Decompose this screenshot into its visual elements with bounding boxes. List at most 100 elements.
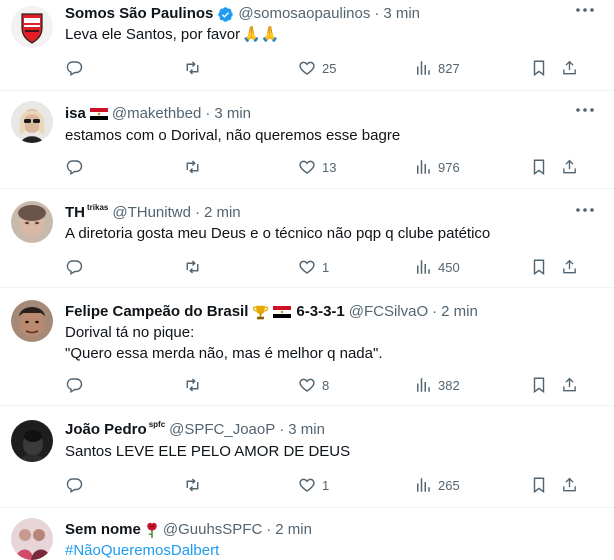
hashtag-link[interactable]: #NãoQueremosDalbert bbox=[65, 541, 219, 560]
share-button[interactable] bbox=[561, 57, 578, 79]
bookmark-button[interactable] bbox=[531, 256, 547, 278]
views-icon bbox=[417, 378, 430, 392]
handle[interactable]: @FCSilvaO bbox=[349, 302, 428, 322]
tweet-text-content: Leva ele Santos, por favor bbox=[65, 26, 241, 43]
views-icon bbox=[417, 478, 430, 492]
display-name[interactable]: isa bbox=[65, 104, 86, 124]
retweet-icon bbox=[186, 61, 199, 75]
action-bar: 25 827 bbox=[0, 57, 614, 79]
like-button[interactable]: 25 bbox=[298, 57, 336, 79]
timestamp[interactable]: 3 min bbox=[288, 420, 325, 440]
bookmark-button[interactable] bbox=[531, 57, 547, 79]
like-button[interactable]: 8 bbox=[298, 374, 329, 396]
retweet-button[interactable] bbox=[183, 374, 202, 396]
timestamp[interactable]: 2 min bbox=[275, 520, 312, 540]
sao-paulo-crest-icon bbox=[11, 6, 53, 48]
egypt-flag-icon bbox=[89, 108, 108, 120]
tweet[interactable]: Sem nome @GuuhsSPFC · 2 min #NãoQueremos… bbox=[0, 508, 614, 560]
bookmark-icon bbox=[533, 159, 545, 176]
action-bar: 13 976 bbox=[0, 156, 614, 178]
display-name-suffix[interactable]: 6-3-3-1 bbox=[296, 302, 344, 322]
tweet[interactable]: Felipe Campeão do Brasil 6-3-3-1 @FCSilv… bbox=[0, 288, 614, 406]
reply-button[interactable] bbox=[65, 474, 83, 496]
handle[interactable]: @SPFC_JoaoP bbox=[169, 420, 275, 440]
reply-icon bbox=[66, 378, 83, 394]
more-options-icon[interactable] bbox=[574, 100, 596, 120]
views-button[interactable]: 382 bbox=[414, 374, 460, 396]
separator: · bbox=[279, 421, 285, 438]
share-button[interactable] bbox=[561, 156, 578, 178]
reply-button[interactable] bbox=[65, 374, 83, 396]
tweet[interactable]: João Pedro spfc @SPFC_JoaoP · 3 min Sant… bbox=[0, 406, 614, 508]
avatar[interactable] bbox=[11, 101, 53, 143]
timestamp[interactable]: 2 min bbox=[441, 302, 478, 322]
bookmark-button[interactable] bbox=[531, 156, 547, 178]
share-button[interactable] bbox=[561, 374, 578, 396]
handle[interactable]: @GuuhsSPFC bbox=[163, 520, 262, 540]
avatar[interactable] bbox=[11, 201, 53, 243]
reply-button[interactable] bbox=[65, 57, 83, 79]
display-name[interactable]: Somos São Paulinos bbox=[65, 4, 213, 24]
separator: · bbox=[266, 521, 272, 538]
like-count: 8 bbox=[322, 377, 330, 393]
like-count: 13 bbox=[322, 159, 337, 175]
share-button[interactable] bbox=[561, 474, 578, 496]
tweet[interactable]: Somos São Paulinos @somosaopaulinos · 3 … bbox=[0, 0, 614, 91]
tweet[interactable]: isa @makethbed · 3 min estamos com o Dor… bbox=[0, 91, 614, 189]
reply-button[interactable] bbox=[65, 256, 83, 278]
bookmark-icon bbox=[533, 60, 545, 77]
views-button[interactable]: 450 bbox=[414, 256, 460, 278]
timestamp[interactable]: 3 min bbox=[214, 104, 251, 124]
action-bar: 8 382 bbox=[0, 374, 614, 396]
display-name[interactable]: TH bbox=[65, 203, 85, 223]
view-count: 827 bbox=[438, 60, 460, 76]
bookmark-button[interactable] bbox=[531, 474, 547, 496]
tweet-text: Santos LEVE ELE PELO AMOR DE DEUS bbox=[65, 443, 351, 460]
avatar[interactable] bbox=[11, 300, 53, 342]
share-icon bbox=[563, 377, 576, 392]
avatar[interactable] bbox=[11, 518, 53, 560]
views-button[interactable]: 265 bbox=[414, 474, 460, 496]
display-name[interactable]: João Pedro bbox=[65, 420, 147, 440]
share-icon bbox=[563, 159, 576, 174]
retweet-button[interactable] bbox=[183, 474, 202, 496]
reply-icon bbox=[66, 61, 83, 77]
display-name[interactable]: Felipe Campeão do Brasil bbox=[65, 302, 248, 322]
more-options-icon[interactable] bbox=[574, 0, 596, 20]
timestamp[interactable]: 3 min bbox=[383, 4, 420, 24]
woman-sunglasses-photo-icon bbox=[11, 101, 53, 143]
more-options-icon[interactable] bbox=[574, 200, 596, 220]
avatar[interactable] bbox=[11, 420, 53, 462]
like-count: 25 bbox=[322, 60, 337, 76]
handle[interactable]: @makethbed bbox=[112, 104, 201, 124]
avatar[interactable] bbox=[11, 6, 53, 48]
retweet-button[interactable] bbox=[183, 156, 202, 178]
tweet[interactable]: TH trikas @THunitwd · 2 min A diretoria … bbox=[0, 189, 614, 288]
like-button[interactable]: 1 bbox=[298, 474, 329, 496]
share-button[interactable] bbox=[561, 256, 578, 278]
timestamp[interactable]: 2 min bbox=[204, 203, 241, 223]
bookmark-icon bbox=[533, 377, 545, 394]
timeline-feed: Somos São Paulinos @somosaopaulinos · 3 … bbox=[0, 0, 614, 560]
action-bar: 1 265 bbox=[0, 474, 614, 496]
bookmark-button[interactable] bbox=[531, 374, 547, 396]
display-name[interactable]: Sem nome bbox=[65, 520, 141, 540]
like-button[interactable]: 13 bbox=[298, 156, 336, 178]
heart-icon bbox=[299, 160, 315, 174]
share-icon bbox=[563, 259, 576, 274]
views-button[interactable]: 827 bbox=[414, 57, 460, 79]
action-bar: 1 450 bbox=[0, 256, 614, 278]
separator: · bbox=[194, 204, 200, 221]
handle[interactable]: @somosaopaulinos bbox=[238, 4, 370, 24]
heart-icon bbox=[299, 260, 315, 274]
handle[interactable]: @THunitwd bbox=[112, 203, 191, 223]
like-count: 1 bbox=[322, 477, 330, 493]
reply-button[interactable] bbox=[65, 156, 83, 178]
tweet-text-line-2: "Quero essa merda não, mas é melhor q na… bbox=[65, 345, 383, 362]
tweet-text-line-1: Dorival tá no pique: bbox=[65, 324, 195, 341]
retweet-button[interactable] bbox=[183, 57, 202, 79]
like-button[interactable]: 1 bbox=[298, 256, 329, 278]
separator: · bbox=[432, 303, 438, 320]
views-button[interactable]: 976 bbox=[414, 156, 460, 178]
retweet-button[interactable] bbox=[183, 256, 202, 278]
